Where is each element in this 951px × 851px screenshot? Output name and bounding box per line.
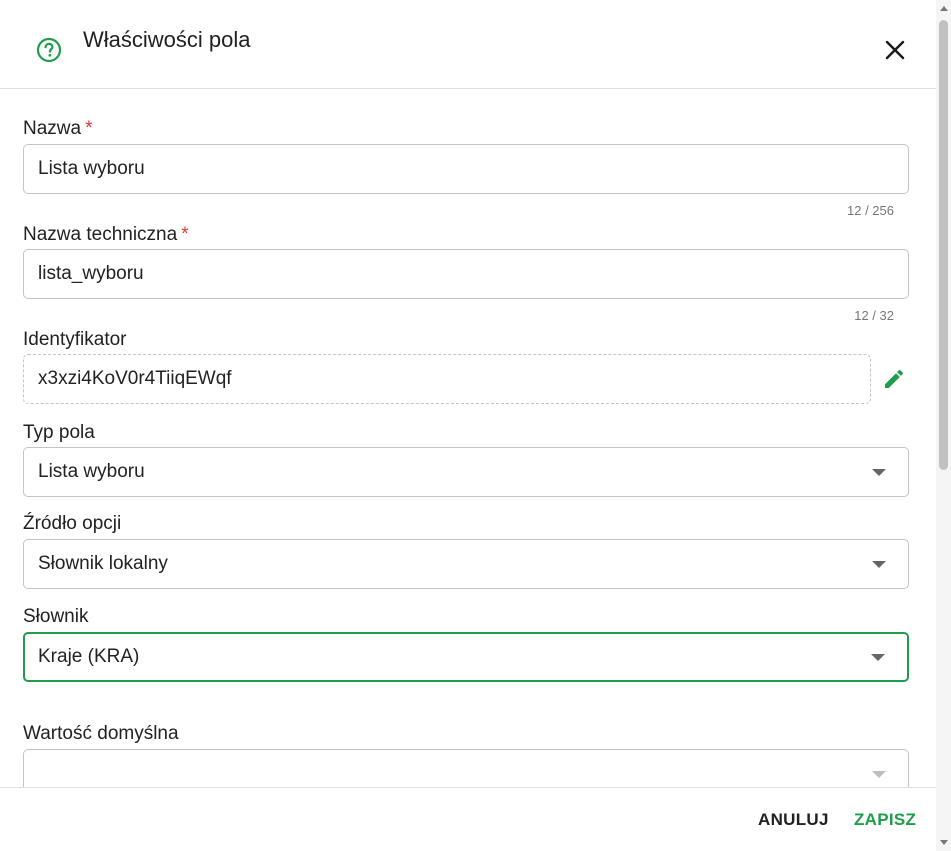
required-marker: * xyxy=(85,118,93,139)
dictionary-select[interactable]: Kraje (KRA) xyxy=(23,632,909,682)
dictionary-label: Słownik xyxy=(23,606,89,627)
technical-name-label: Nazwa techniczna * xyxy=(23,224,189,246)
close-button[interactable] xyxy=(879,34,911,66)
identifier-label: Identyfikator xyxy=(23,329,127,350)
dialog-body: Nazwa * Lista wyboru 12 / 256 Nazwa techn… xyxy=(0,90,936,787)
dialog-title: Właściwości pola xyxy=(83,27,251,52)
cancel-button[interactable]: ANULUJ xyxy=(758,810,829,830)
technical-name-counter: 12 / 32 xyxy=(854,308,894,323)
field-type-label: Typ pola xyxy=(23,422,95,443)
technical-name-input[interactable]: lista_wyboru xyxy=(23,249,909,299)
identifier-field: x3xzi4KoV0r4TiiqEWqf xyxy=(23,354,871,404)
option-source-value: Słownik lokalny xyxy=(38,553,168,574)
dialog-header: Właściwości pola xyxy=(0,0,936,89)
field-type-select[interactable]: Lista wyboru xyxy=(23,447,909,497)
name-counter: 12 / 256 xyxy=(847,203,894,218)
help-circle-icon[interactable] xyxy=(36,37,62,63)
name-input[interactable]: Lista wyboru xyxy=(23,144,909,194)
pencil-icon xyxy=(885,369,904,388)
default-value-label: Wartość domyślna xyxy=(23,723,179,744)
dictionary-value: Kraje (KRA) xyxy=(38,646,140,667)
scrollbar-thumb[interactable] xyxy=(939,20,948,470)
field-type-value: Lista wyboru xyxy=(38,461,145,482)
name-label: Nazwa * xyxy=(23,118,92,140)
default-value-select[interactable] xyxy=(23,749,909,787)
close-icon xyxy=(885,40,905,60)
edit-identifier-button[interactable] xyxy=(878,363,910,395)
scrollbar[interactable] xyxy=(936,0,951,851)
scroll-up-arrow-icon[interactable] xyxy=(940,6,948,11)
chevron-down-icon xyxy=(872,469,886,476)
field-properties-dialog: Właściwości pola Nazwa * Lista wyboru 12 … xyxy=(0,0,951,851)
chevron-down-icon xyxy=(871,654,885,661)
scroll-down-arrow-icon[interactable] xyxy=(940,840,948,845)
option-source-label: Źródło opcji xyxy=(23,513,122,534)
chevron-down-icon xyxy=(872,561,886,568)
required-marker: * xyxy=(181,224,189,245)
technical-name-label-text: Nazwa techniczna xyxy=(23,224,178,245)
save-button[interactable]: ZAPISZ xyxy=(854,810,916,830)
name-label-text: Nazwa xyxy=(23,118,82,139)
option-source-select[interactable]: Słownik lokalny xyxy=(23,539,909,589)
dialog-footer: ANULUJ ZAPISZ xyxy=(0,787,936,851)
chevron-down-icon xyxy=(872,771,886,778)
